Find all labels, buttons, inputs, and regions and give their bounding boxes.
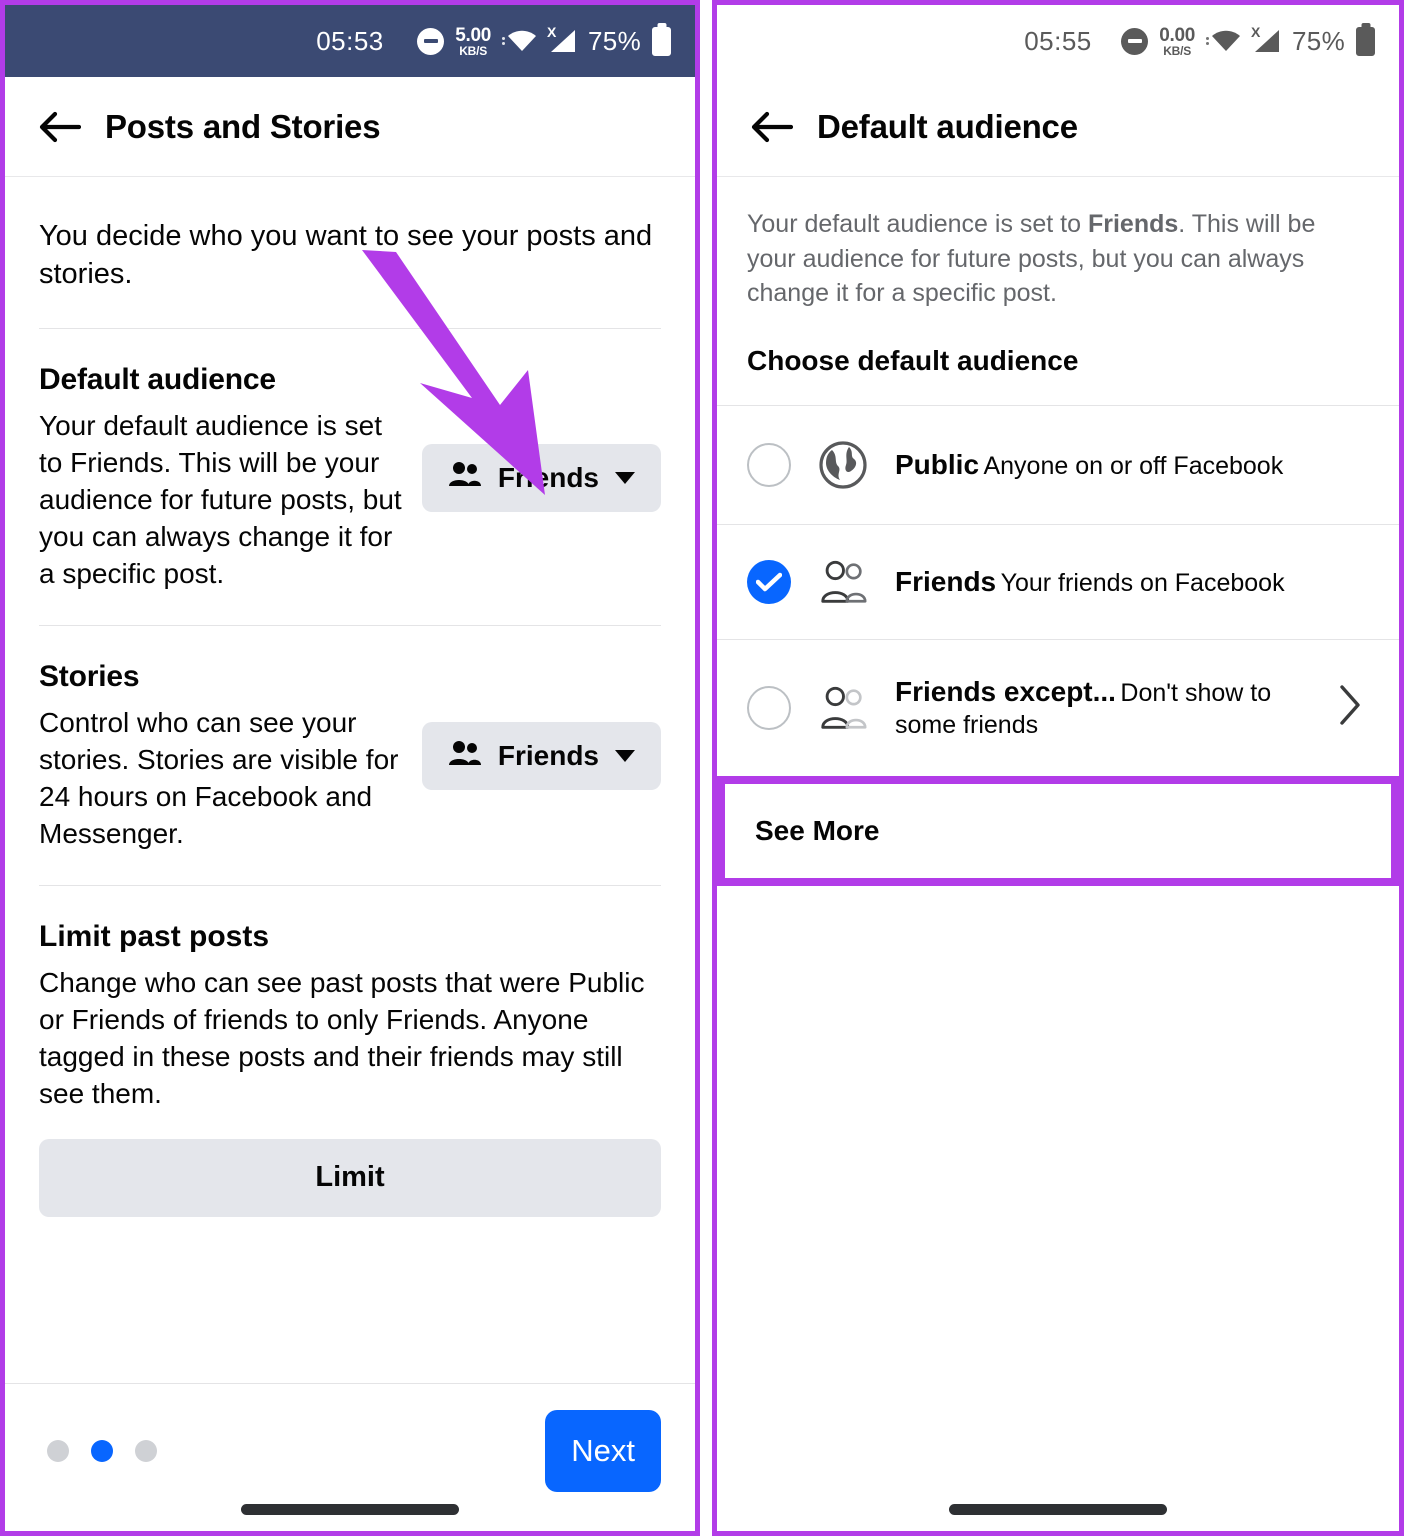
do-not-disturb-icon — [1121, 27, 1149, 55]
globe-icon — [817, 440, 869, 490]
chevron-down-icon — [615, 750, 635, 763]
signal-no-sim-icon: X — [1251, 25, 1281, 54]
stories-friends-button[interactable]: Friends — [421, 722, 661, 791]
pagination-dot-active[interactable] — [91, 1440, 113, 1462]
option-subtitle: Your friends on Facebook — [1000, 568, 1285, 597]
back-arrow-icon[interactable] — [39, 111, 81, 143]
battery-percent: 75% — [588, 25, 641, 56]
right-phone-panel: 05:55 0.00 KB/S X 75% Default audience Y… — [712, 0, 1404, 1536]
section-body: Change who can see past posts that were … — [39, 966, 645, 1110]
left-content: You decide who you want to see your post… — [5, 177, 695, 1217]
radio-friends-except[interactable] — [747, 685, 791, 730]
section-heading: Stories — [39, 659, 140, 693]
page-title: Posts and Stories — [105, 107, 381, 145]
do-not-disturb-icon — [417, 27, 445, 55]
friends-people-icon — [448, 461, 482, 494]
see-more-button[interactable]: See More — [725, 783, 1391, 878]
section-limit-past-posts: Limit past posts Change who can see past… — [39, 886, 661, 1217]
see-more-highlight: See More — [717, 775, 1399, 886]
screenshot-stage: 05:53 5.00 KB/S X 75% Posts and Stories … — [0, 0, 1404, 1536]
chevron-down-icon — [615, 471, 635, 484]
description-prefix: Your default audience is set to — [747, 210, 1088, 238]
option-subtitle: Anyone on or off Facebook — [983, 451, 1284, 480]
option-title: Public — [895, 448, 980, 480]
battery-icon — [652, 26, 671, 56]
data-rate-indicator: 5.00 KB/S — [455, 24, 492, 58]
left-app-bar: Posts and Stories — [5, 77, 695, 177]
button-label: Friends — [497, 740, 599, 772]
option-friends[interactable]: Friends Your friends on Facebook — [717, 524, 1399, 639]
right-app-bar: Default audience — [717, 77, 1399, 177]
pagination-dot[interactable] — [47, 1440, 69, 1462]
section-heading: Default audience — [39, 362, 276, 396]
choose-audience-heading: Choose default audience — [747, 344, 1079, 376]
gesture-bar — [241, 1504, 459, 1515]
page-title: Default audience — [817, 107, 1078, 145]
battery-percent: 75% — [1292, 25, 1345, 56]
back-arrow-icon[interactable] — [751, 111, 793, 143]
friends-people-icon — [448, 740, 482, 773]
section-body: Your default audience is set to Friends.… — [39, 409, 402, 590]
section-body: Control who can see your stories. Storie… — [39, 706, 399, 850]
right-status-bar: 05:55 0.00 KB/S X 75% — [717, 5, 1399, 77]
section-heading: Limit past posts — [39, 919, 270, 953]
pagination-dot[interactable] — [135, 1440, 157, 1462]
next-button[interactable]: Next — [545, 1410, 661, 1492]
friends-except-icon — [817, 685, 869, 731]
button-label: Friends — [497, 461, 599, 493]
left-footer: Next — [5, 1383, 695, 1531]
wifi-icon — [502, 29, 537, 53]
left-status-bar: 05:53 5.00 KB/S X 75% — [5, 5, 695, 77]
chevron-right-icon — [1337, 684, 1369, 731]
option-public[interactable]: Public Anyone on or off Facebook — [717, 405, 1399, 524]
signal-no-sim-icon: X — [547, 25, 577, 54]
option-title: Friends — [895, 565, 997, 597]
description-bold: Friends — [1087, 210, 1179, 238]
status-icons: 0.00 KB/S X 75% — [1121, 24, 1375, 58]
radio-friends-selected[interactable] — [747, 559, 791, 604]
left-phone-panel: 05:53 5.00 KB/S X 75% Posts and Stories … — [0, 0, 700, 1536]
wifi-icon — [1206, 29, 1241, 53]
option-title: Friends except... — [895, 675, 1116, 707]
audience-description: Your default audience is set to Friends.… — [717, 177, 1399, 339]
section-default-audience: Default audience Your default audience i… — [39, 329, 661, 625]
limit-button[interactable]: Limit — [39, 1138, 661, 1217]
battery-icon — [1356, 26, 1375, 56]
option-friends-except[interactable]: Friends except... Don't show to some fri… — [717, 639, 1399, 776]
section-stories: Stories Control who can see your stories… — [39, 626, 661, 885]
default-audience-friends-button[interactable]: Friends — [421, 443, 661, 512]
gesture-bar — [949, 1504, 1167, 1515]
radio-public[interactable] — [747, 442, 791, 487]
pagination-dots — [39, 1440, 157, 1462]
friends-outline-icon — [817, 559, 869, 605]
status-icons: 5.00 KB/S X 75% — [417, 24, 671, 58]
data-rate-indicator: 0.00 KB/S — [1159, 24, 1196, 58]
intro-text: You decide who you want to see your post… — [39, 220, 653, 291]
